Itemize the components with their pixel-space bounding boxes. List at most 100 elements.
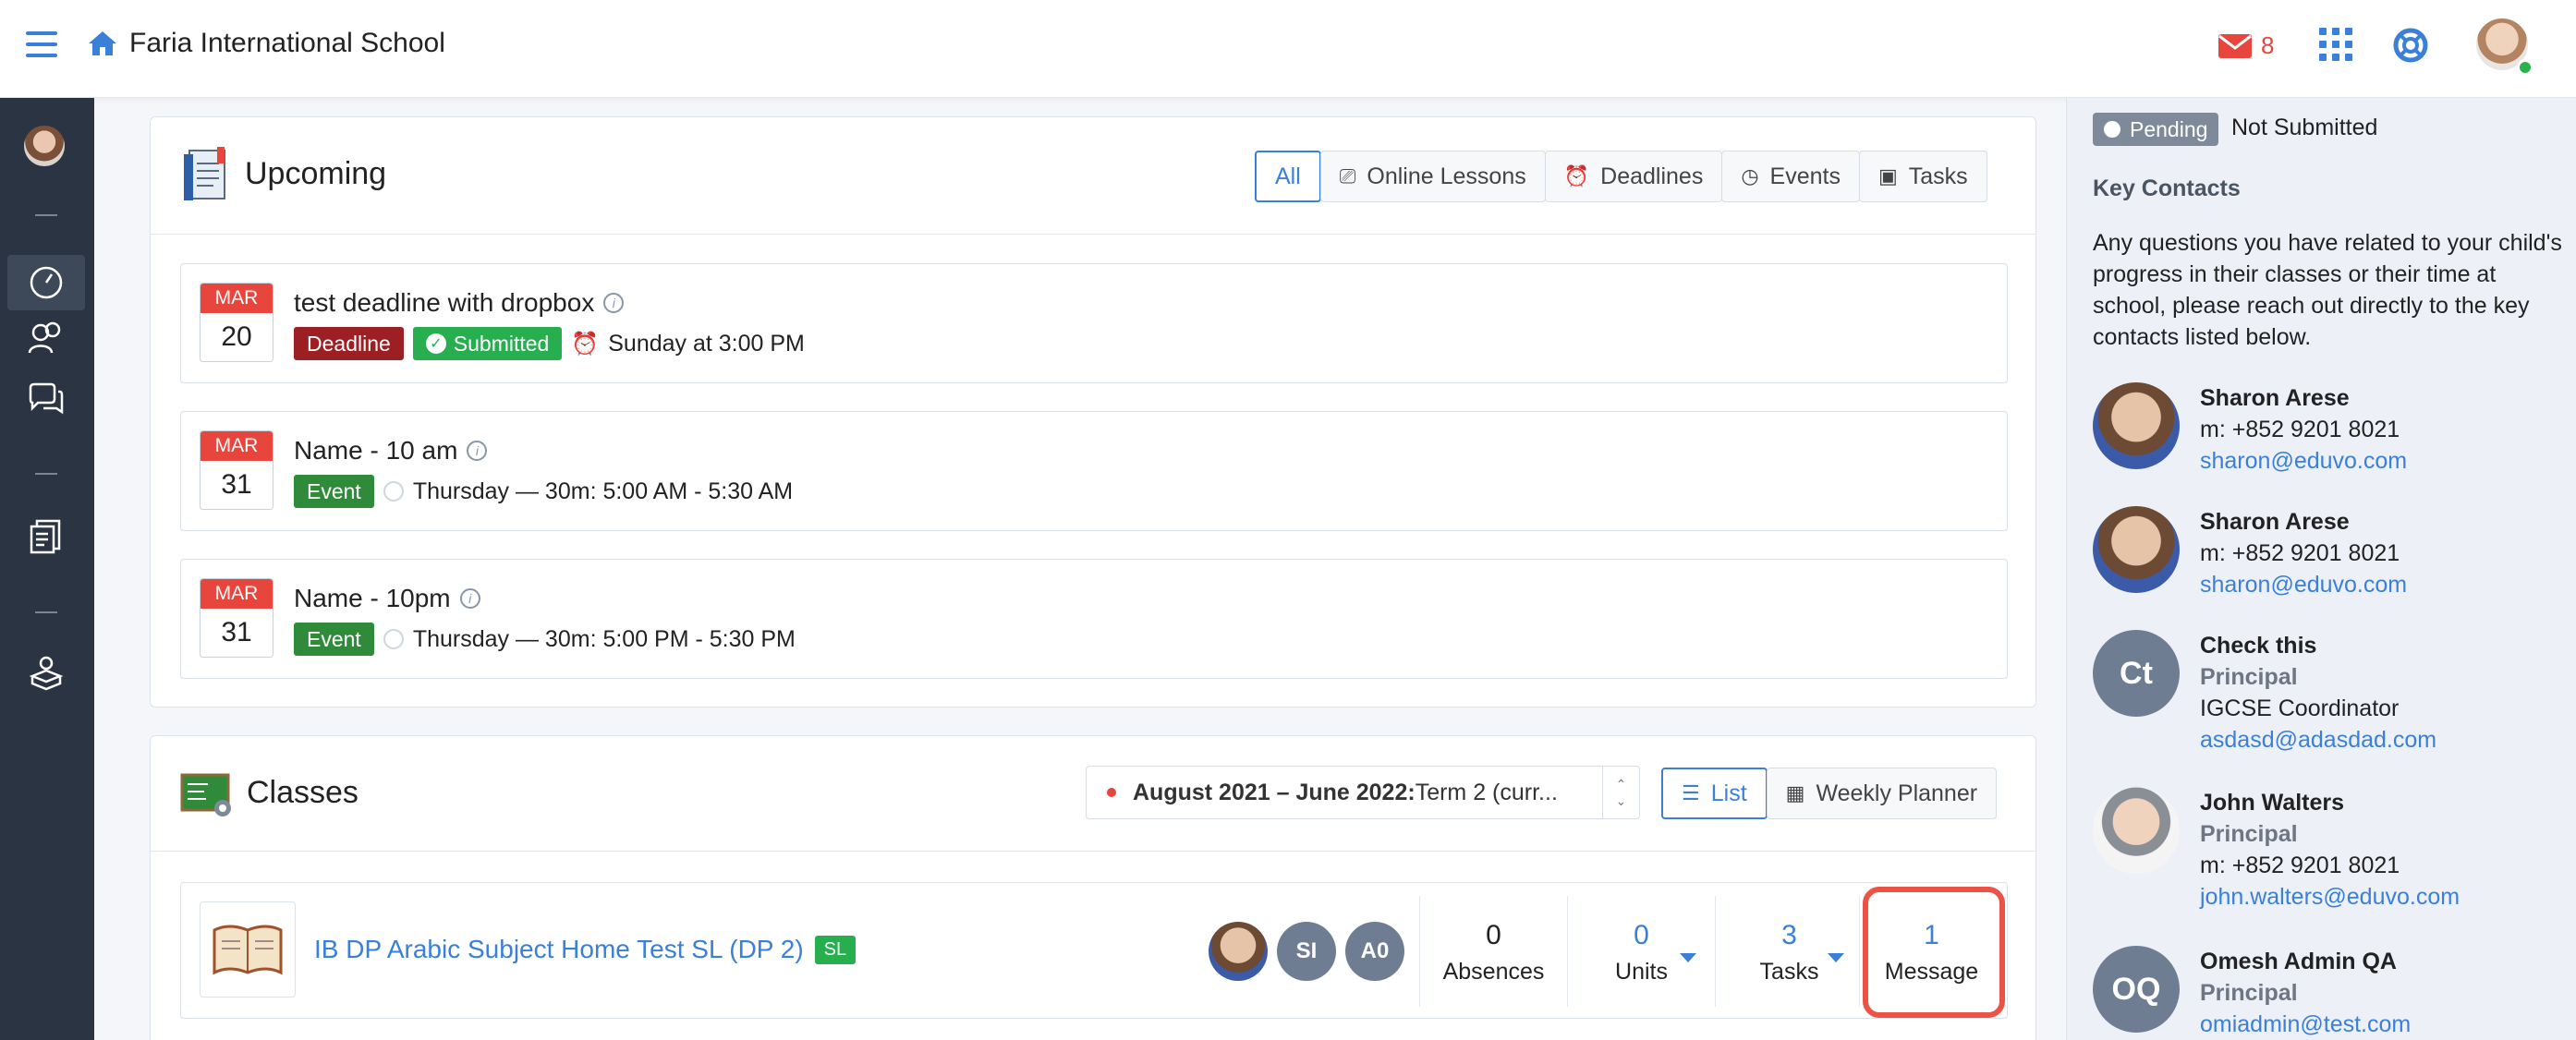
contact-email-link[interactable]: omiadmin@test.com bbox=[2200, 1009, 2411, 1040]
home-icon[interactable] bbox=[87, 30, 118, 62]
teacher-avatar[interactable]: SI bbox=[1277, 922, 1336, 981]
contact-avatar[interactable]: OQ bbox=[2093, 946, 2180, 1033]
card-divider bbox=[151, 234, 2035, 235]
open-book-icon[interactable] bbox=[200, 901, 296, 998]
upcoming-event-row[interactable]: MAR 31 Name - 10pm i Event Thursday — 30m… bbox=[180, 559, 2008, 679]
info-icon[interactable]: i bbox=[467, 441, 488, 461]
chat-bubbles-icon bbox=[29, 382, 64, 415]
rail-divider bbox=[35, 214, 57, 216]
view-toggle-group: ☰ List ▦ Weekly Planner bbox=[1661, 768, 1998, 819]
contact-name: Sharon Arese bbox=[2200, 385, 2350, 411]
contact-phone: m: +852 9201 8021 bbox=[2200, 853, 2400, 878]
upcoming-card: Upcoming All ⎚ Online Lessons ⏰ Deadlines … bbox=[150, 116, 2036, 707]
contact-avatar[interactable] bbox=[2093, 382, 2180, 469]
date-badge: MAR 20 bbox=[200, 283, 273, 362]
date-badge: MAR 31 bbox=[200, 430, 273, 510]
contact-avatar[interactable]: Ct bbox=[2093, 630, 2180, 717]
contact-avatar[interactable] bbox=[2093, 506, 2180, 593]
contact-email-link[interactable]: john.walters@eduvo.com bbox=[2200, 881, 2460, 913]
current-term-dot bbox=[1107, 788, 1116, 797]
left-nav-rail bbox=[0, 98, 94, 1040]
contact-role: Principal bbox=[2200, 664, 2298, 690]
contact-card: Sharon Arese m: +852 9201 8021 sharon@ed… bbox=[2093, 506, 2564, 608]
upcoming-title: Upcoming bbox=[245, 156, 387, 191]
filter-events-button[interactable]: ◷ Events bbox=[1721, 151, 1860, 202]
contact-phone: m: +852 9201 8021 bbox=[2200, 417, 2400, 442]
event-title[interactable]: Name - 10 am i bbox=[294, 436, 488, 466]
people-icon bbox=[28, 321, 61, 354]
rail-divider bbox=[35, 611, 57, 613]
event-title[interactable]: Name - 10pm i bbox=[294, 584, 480, 613]
units-stat[interactable]: 0 Units bbox=[1567, 896, 1715, 1007]
teacher-avatar[interactable] bbox=[1209, 922, 1268, 981]
community-icon bbox=[29, 656, 64, 691]
rail-divider bbox=[35, 473, 57, 475]
pending-badge: Pending bbox=[2093, 113, 2219, 146]
top-bar: Faria International School 8 bbox=[0, 0, 2576, 98]
mail-icon[interactable] bbox=[2218, 33, 2253, 64]
contact-name: Sharon Arese bbox=[2200, 509, 2350, 535]
people-nav-item[interactable] bbox=[7, 310, 85, 366]
clock-icon bbox=[2104, 121, 2120, 138]
tasks-stat[interactable]: 3 Tasks bbox=[1715, 896, 1863, 1007]
child-avatar[interactable] bbox=[24, 126, 65, 166]
submission-status: Not Submitted bbox=[2231, 115, 2378, 140]
card-divider bbox=[151, 851, 2035, 852]
caret-down-icon[interactable] bbox=[1680, 953, 1696, 962]
contact-card: Ct Check this Principal IGCSE Coordinato… bbox=[2093, 630, 2564, 768]
apps-grid-icon[interactable] bbox=[2319, 28, 2352, 61]
event-time: Thursday — 30m: 5:00 PM - 5:30 PM bbox=[412, 625, 796, 652]
teacher-avatar[interactable]: A0 bbox=[1345, 922, 1404, 981]
event-meta: Deadline ✓ Submitted ⏰ Sunday at 3:00 PM bbox=[294, 327, 805, 360]
menu-icon[interactable] bbox=[26, 31, 57, 59]
contact-phone: m: +852 9201 8021 bbox=[2200, 540, 2400, 566]
messages-nav-item[interactable] bbox=[7, 371, 85, 427]
date-badge: MAR 31 bbox=[200, 578, 273, 658]
calendar-icon: ▦ bbox=[1785, 781, 1805, 804]
presentation-icon: ⎚ bbox=[1339, 164, 1356, 187]
contact-email-link[interactable]: sharon@eduvo.com bbox=[2200, 445, 2407, 477]
contact-avatar[interactable] bbox=[2093, 787, 2180, 874]
event-meta: Event Thursday — 30m: 5:00 AM - 5:30 AM bbox=[294, 475, 793, 508]
filter-tasks-button[interactable]: ▣ Tasks bbox=[1858, 151, 1987, 202]
event-title[interactable]: test deadline with dropbox i bbox=[294, 288, 625, 318]
contact-role: Principal bbox=[2200, 821, 2298, 847]
list-view-button[interactable]: ☰ List bbox=[1661, 768, 1768, 819]
contact-card: John Walters Principal m: +852 9201 8021… bbox=[2093, 787, 2564, 925]
community-nav-item[interactable] bbox=[7, 645, 85, 700]
alarm-icon: ⏰ bbox=[1563, 164, 1590, 187]
alarm-clock-icon: ⏰ bbox=[571, 331, 600, 357]
caret-down-icon[interactable] bbox=[1828, 953, 1844, 962]
key-contacts-description: Any questions you have related to your c… bbox=[2093, 230, 2562, 350]
school-name[interactable]: Faria International School bbox=[129, 28, 445, 59]
contact-email-link[interactable]: asdasd@adasdad.com bbox=[2200, 724, 2436, 756]
absences-stat[interactable]: 0 Absences bbox=[1419, 896, 1567, 1007]
weekly-planner-button[interactable]: ▦ Weekly Planner bbox=[1766, 768, 1998, 819]
info-icon[interactable]: i bbox=[603, 293, 625, 313]
level-tag: SL bbox=[814, 935, 857, 964]
contact-name: Check this bbox=[2200, 633, 2317, 659]
upcoming-event-row[interactable]: MAR 20 test deadline with dropbox i Deadl… bbox=[180, 263, 2008, 383]
dashboard-nav-item[interactable] bbox=[7, 255, 85, 310]
filter-deadlines-button[interactable]: ⏰ Deadlines bbox=[1544, 151, 1723, 202]
contact-email-link[interactable]: sharon@eduvo.com bbox=[2200, 569, 2407, 600]
calendar-check-icon: ▣ bbox=[1877, 164, 1898, 187]
planner-book-icon bbox=[180, 145, 232, 209]
clock-icon bbox=[383, 481, 404, 502]
lifebuoy-help-icon[interactable] bbox=[2393, 28, 2428, 67]
contact-title: IGCSE Coordinator bbox=[2200, 695, 2400, 721]
upcoming-event-row[interactable]: MAR 31 Name - 10 am i Event Thursday — 30… bbox=[180, 411, 2008, 531]
event-time: Thursday — 30m: 5:00 AM - 5:30 AM bbox=[412, 478, 794, 504]
event-tag: Event bbox=[294, 623, 374, 656]
filter-all-button[interactable]: All bbox=[1255, 151, 1321, 202]
term-select[interactable]: August 2021 – June 2022: Term 2 (curr...… bbox=[1086, 766, 1640, 819]
class-name-link[interactable]: IB DP Arabic Subject Home Test SL (DP 2)… bbox=[314, 935, 857, 964]
term-stepper-icon[interactable]: ⌃ ⌄ bbox=[1602, 767, 1639, 818]
info-icon[interactable]: i bbox=[459, 588, 480, 609]
dashboard-gauge-icon bbox=[30, 266, 63, 299]
list-icon: ☰ bbox=[1682, 781, 1700, 804]
filter-online-lessons-button[interactable]: ⎚ Online Lessons bbox=[1319, 151, 1546, 202]
reports-nav-item[interactable] bbox=[7, 508, 85, 563]
contact-role: Principal bbox=[2200, 980, 2298, 1006]
mail-count-badge[interactable]: 8 bbox=[2261, 31, 2274, 60]
